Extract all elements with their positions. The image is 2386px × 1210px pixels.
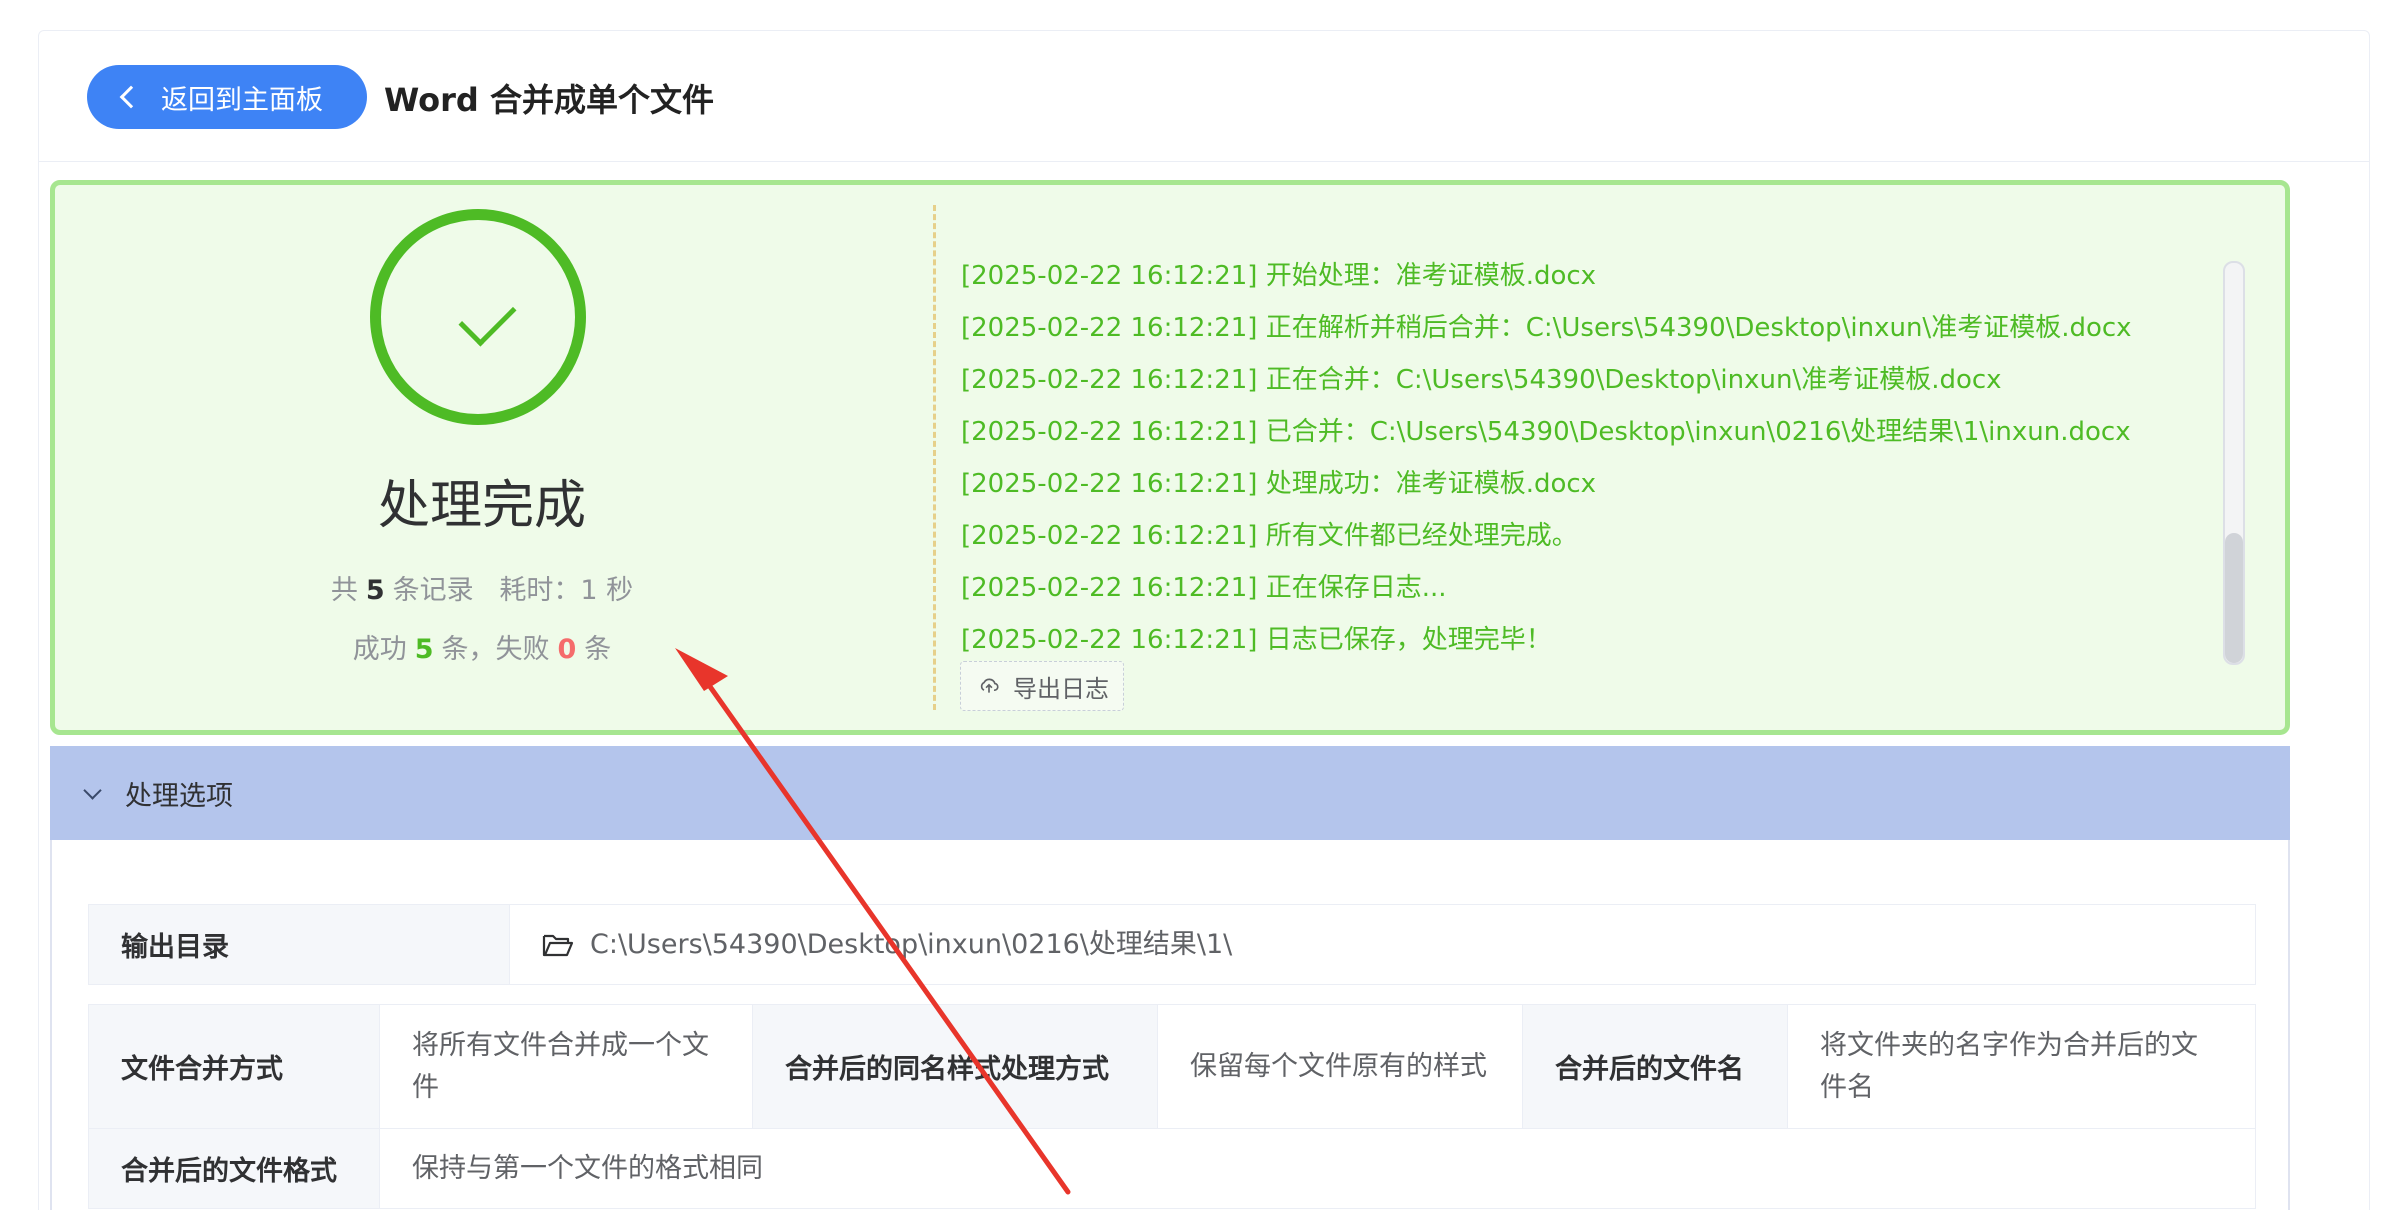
result-panel: 处理完成 共 5 条记录 耗时：1 秒 成功 5 条，失败 0 条 [2025-02-22 … (50, 180, 2290, 735)
page: 返回到主面板 Word 合并成单个文件 处理完成 共 5 条记录 耗时：1 秒 成功… (0, 0, 2386, 1210)
output-dir-path: C:\Users\54390\Desktop\inxun\0216\处理结果\1… (590, 928, 1233, 960)
success-check-icon (370, 209, 586, 425)
log-line: [2025-02-22 16:12:21] 正在合并：C:\Users\5439… (961, 365, 2002, 395)
fail-suffix: 条 (584, 634, 612, 665)
header-bar: 返回到主面板 Word 合并成单个文件 (39, 31, 2369, 162)
merge-mode-value: 将所有文件合并成一个文件 (379, 1004, 753, 1129)
checkmark-icon (458, 288, 517, 347)
panel-divider (933, 205, 936, 710)
export-log-button[interactable]: 导出日志 (960, 661, 1124, 711)
merged-filename-value: 将文件夹的名字作为合并后的文件名 (1787, 1004, 2256, 1129)
merge-options-table: 文件合并方式 将所有文件合并成一个文件 合并后的同名样式处理方式 保留每个文件原… (88, 1004, 2256, 1209)
options-body: 输出目录 C:\Users\54390\Desktop\inxun\0216\处… (50, 840, 2290, 1210)
file-format-label: 合并后的文件格式 (88, 1128, 380, 1209)
output-dir-label: 输出目录 (88, 904, 510, 985)
fail-count: 0 (557, 634, 577, 665)
success-mid: 条，失败 (441, 634, 550, 665)
back-button-label: 返回到主面板 (161, 84, 323, 116)
merged-filename-label: 合并后的文件名 (1522, 1004, 1788, 1129)
log-line: [2025-02-22 16:12:21] 开始处理：准考证模板.docx (961, 261, 1597, 291)
chevron-down-icon (83, 780, 102, 800)
output-dir-value: C:\Users\54390\Desktop\inxun\0216\处理结果\1… (509, 904, 2256, 985)
export-log-label: 导出日志 (1013, 674, 1109, 703)
total-count: 5 (365, 575, 385, 606)
folder-open-icon (542, 934, 574, 957)
log-line: [2025-02-22 16:12:21] 日志已保存，处理完毕！ (961, 625, 1552, 655)
output-dir-table: 输出目录 C:\Users\54390\Desktop\inxun\0216\处… (88, 904, 2256, 985)
log-scrollbar-thumb[interactable] (2225, 533, 2243, 663)
log-line: [2025-02-22 16:12:21] 处理成功：准考证模板.docx (961, 469, 1597, 499)
total-suffix: 条记录 (392, 575, 474, 606)
result-summary: 处理完成 共 5 条记录 耗时：1 秒 成功 5 条，失败 0 条 (55, 185, 905, 730)
success-count: 5 (414, 634, 434, 665)
chevron-left-icon (119, 85, 143, 109)
log-line: [2025-02-22 16:12:21] 已合并：C:\Users\54390… (961, 417, 2131, 447)
merge-mode-label: 文件合并方式 (88, 1004, 380, 1129)
options-section-label: 处理选项 (125, 780, 233, 812)
log-line: [2025-02-22 16:12:21] 正在保存日志... (961, 573, 1447, 603)
success-fail-summary: 成功 5 条，失败 0 条 (55, 627, 909, 666)
cloud-upload-icon (980, 678, 999, 693)
success-prefix: 成功 (352, 634, 407, 665)
options-collapse-header[interactable]: 处理选项 (50, 746, 2290, 840)
status-title: 处理完成 (377, 476, 586, 536)
record-summary: 共 5 条记录 耗时：1 秒 (55, 568, 909, 607)
style-handling-label: 合并后的同名样式处理方式 (752, 1004, 1158, 1129)
log-line: [2025-02-22 16:12:21] 正在解析并稍后合并：C:\Users… (961, 313, 2132, 343)
elapsed-time: 耗时：1 秒 (499, 575, 634, 606)
log-scrollbar[interactable] (2223, 261, 2245, 665)
log-line: [2025-02-22 16:12:21] 所有文件都已经处理完成。 (961, 521, 1578, 551)
file-format-value: 保持与第一个文件的格式相同 (379, 1128, 2256, 1209)
total-prefix: 共 (330, 575, 358, 606)
log-list: [2025-02-22 16:12:21] 开始处理：准考证模板.docx [2… (961, 255, 2201, 671)
back-to-dashboard-button[interactable]: 返回到主面板 (87, 65, 367, 129)
page-title: Word 合并成单个文件 (384, 81, 714, 119)
style-handling-value: 保留每个文件原有的样式 (1157, 1004, 1523, 1129)
